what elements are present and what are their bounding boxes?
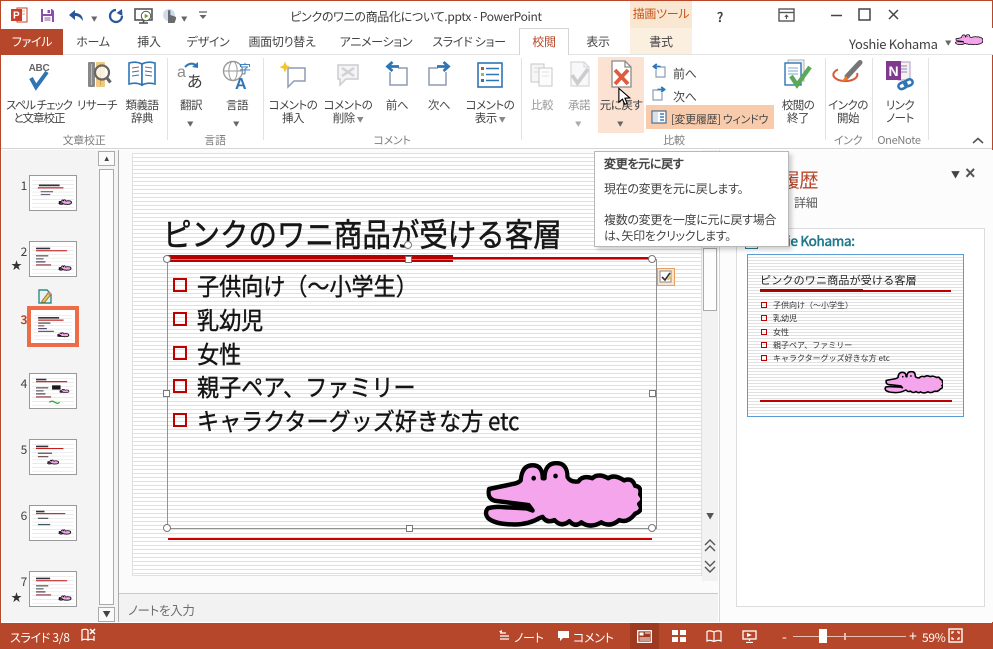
svg-text:N: N	[889, 63, 899, 79]
svg-text:字: 字	[239, 60, 251, 77]
svg-text:あ: あ	[187, 68, 202, 90]
svg-text:A: A	[235, 76, 247, 90]
svg-text:P: P	[13, 11, 20, 22]
